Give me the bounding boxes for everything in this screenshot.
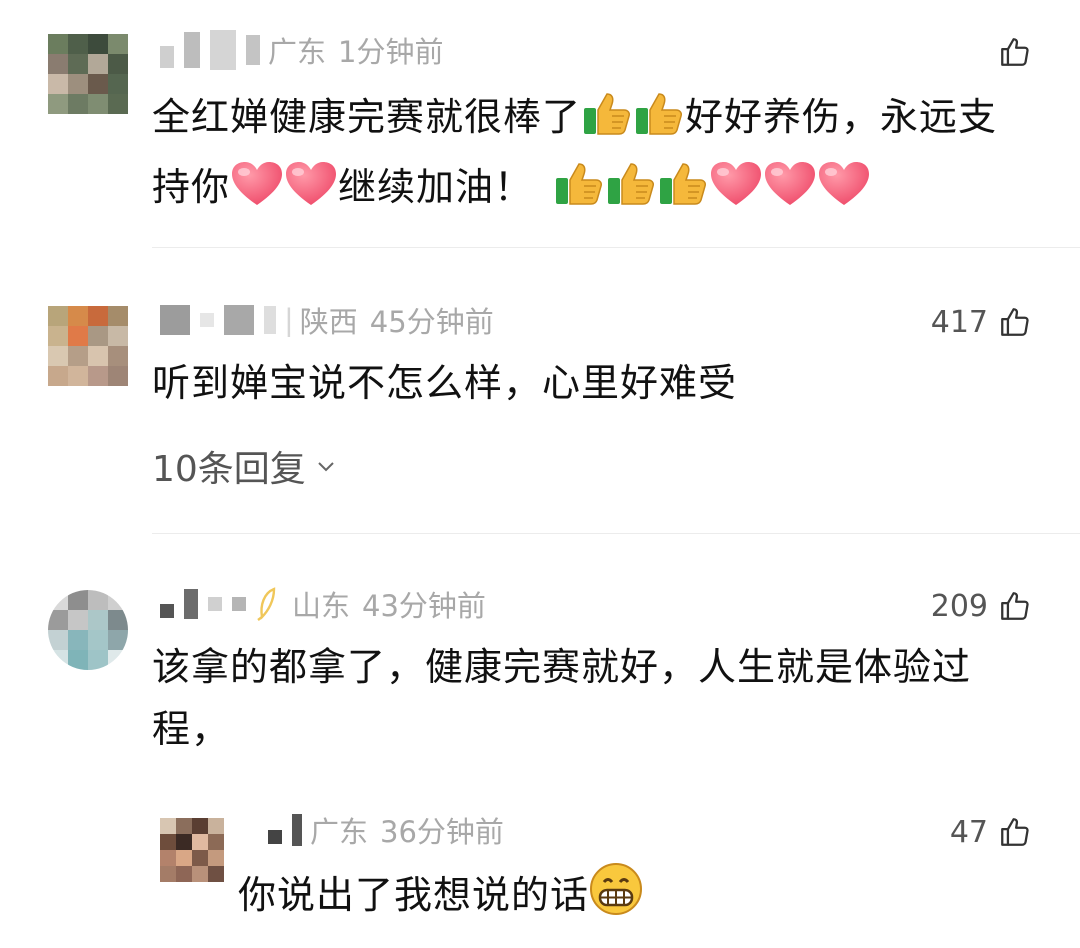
heart-emoji-icon [284,160,338,226]
comment-text: 该拿的都拿了，健康完赛就好，人生就是体验过 程， [152,645,972,751]
thumbs-up-emoji-icon [553,160,605,226]
avatar[interactable] [48,306,128,386]
comment-meta: 广东 1分钟前 [160,30,443,70]
thumbs-up-outline-icon [1001,818,1029,846]
comment-time: 36分钟前 [380,815,504,849]
thumbs-up-emoji-icon [657,160,709,226]
comment-text: 全红婵健康完赛就很棒了 好好养伤，永远支 持你 继续加油！ [152,86,997,226]
like-button[interactable]: 209 [931,586,1032,626]
avatar[interactable] [48,34,128,114]
comment-time: 43分钟前 [362,589,486,623]
comment-meta: 广东 36分钟前 [268,810,504,850]
heart-emoji-icon [709,160,763,226]
heart-emoji-icon [817,160,871,226]
like-button[interactable] [988,32,1032,72]
feather-badge-icon [257,587,276,621]
view-replies-button[interactable]: 10条回复 [152,440,338,492]
avatar[interactable] [160,818,224,882]
divider [152,533,1080,534]
thumbs-up-outline-icon [1001,38,1029,66]
like-count: 417 [930,304,988,340]
thumbs-up-emoji-icon [633,90,685,156]
username-redacted[interactable] [160,589,246,619]
divider [152,247,1080,248]
chevron-down-icon [318,462,334,472]
heart-emoji-icon [763,160,817,226]
comment-location: 陕西 [299,305,358,339]
heart-emoji-icon [230,160,284,226]
comment-text: 听到婵宝说不怎么样，心里好难受 [152,361,738,405]
like-button[interactable]: 47 [950,812,1032,852]
comment-meta: 山东 43分钟前 [160,584,486,624]
username-redacted[interactable] [160,305,276,335]
like-count: 47 [949,814,988,850]
thumbs-up-emoji-icon [605,160,657,226]
comment-location: 广东 [310,815,369,849]
comment-location: 广东 [268,35,327,69]
avatar[interactable] [48,590,128,670]
grinning-face-emoji-icon [589,862,643,934]
like-count: 209 [930,588,988,624]
username-redacted[interactable] [268,814,302,846]
thumbs-up-outline-icon [1001,592,1029,620]
username-redacted[interactable] [160,30,260,70]
comment-time: 45分钟前 [369,305,494,339]
thumbs-up-emoji-icon [581,90,633,156]
comment-time: 1分钟前 [338,35,444,69]
comment-text: 你说出了我想说的话 [238,862,643,934]
like-button[interactable]: 417 [931,302,1032,342]
thumbs-up-outline-icon [1001,308,1029,336]
comment-meta: | 陕西 45分钟前 [160,300,494,340]
comment-location: 山东 [292,589,351,623]
